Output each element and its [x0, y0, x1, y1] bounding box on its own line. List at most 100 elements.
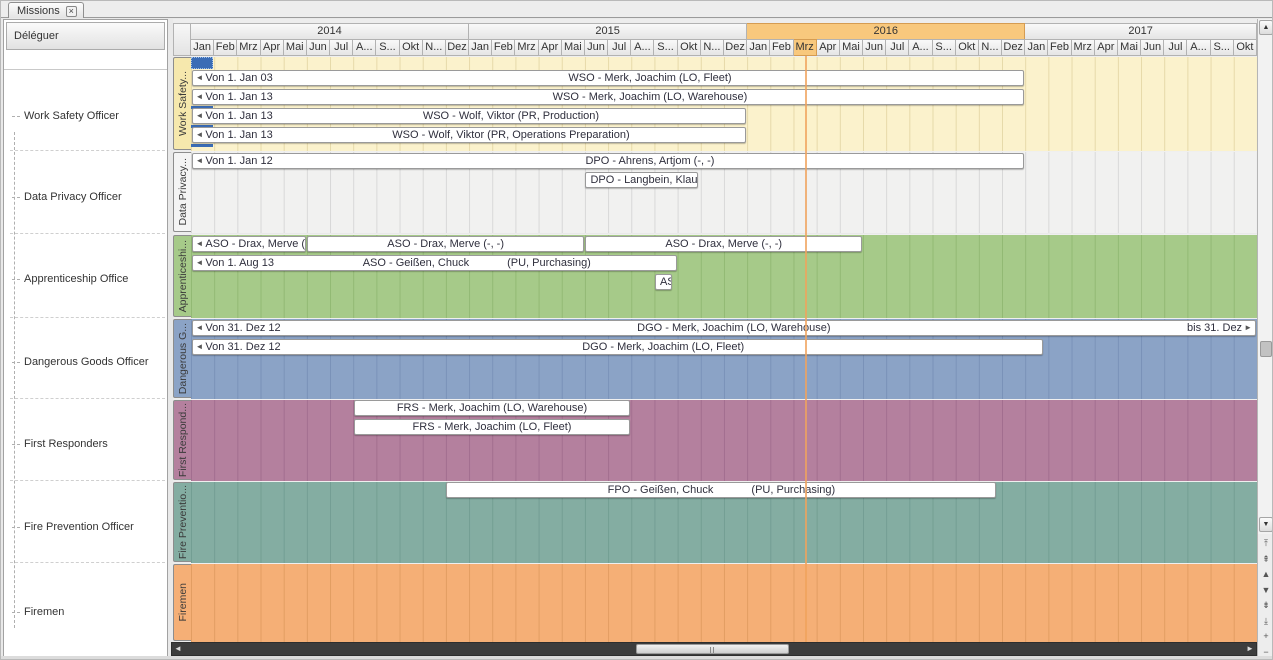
current-date-line	[805, 56, 807, 642]
scroll-up-icon[interactable]: ▲	[1259, 20, 1273, 35]
scroll-thumb-grip	[710, 647, 716, 653]
step-down-icon[interactable]: ▼	[1259, 583, 1273, 597]
sidebar-section-separator	[10, 562, 165, 563]
section-tab-label: Dangerous G...	[177, 323, 189, 394]
mission-bar[interactable]: FRS - Merk, Joachim (LO, Fleet)	[354, 419, 631, 435]
bar-start-label: ASO - Drax, Merve (-,	[205, 237, 305, 251]
tree-branch-tick	[12, 197, 20, 198]
section-tab-2[interactable]: Apprenticeshi...	[173, 235, 191, 317]
section-tab-3[interactable]: Dangerous G...	[173, 319, 191, 398]
sidebar-section-separator	[10, 317, 165, 318]
bar-start-label: Von 1. Jan 13	[205, 128, 276, 142]
bar-title: FRS - Merk, Joachim (LO, Fleet)	[355, 420, 630, 434]
bar-title: ASO - Drax, Merve (-, -)	[308, 237, 583, 251]
bar-title: WSO - Wolf, Viktor (PR, Operations Prepa…	[277, 128, 745, 142]
bar-title-text: DPO - Ahrens, Artjom (-, -)	[585, 154, 714, 168]
sidebar-item-3[interactable]: Dangerous Goods Officer	[12, 356, 149, 368]
sidebar-item-label: Work Safety Officer	[24, 110, 119, 122]
sidebar-item-label: Data Privacy Officer	[24, 191, 122, 203]
mission-bar[interactable]: ◄Von 1. Aug 13ASO - Geißen, Chuck(PU, Pu…	[192, 255, 677, 271]
bar-title-text: DGO - Merk, Joachim (LO, Warehouse)	[637, 321, 830, 335]
gantt-chart: ◄Von 1. Jan 03WSO - Merk, Joachim (LO, F…	[191, 1, 1257, 642]
bar-end-label: bis 31. Dez	[1183, 321, 1242, 335]
bar-department-text: (PU, Purchasing)	[751, 483, 835, 497]
sidebar-item-4[interactable]: First Responders	[12, 438, 108, 450]
continues-left-icon: ◄	[193, 340, 206, 354]
continues-left-icon: ◄	[193, 321, 206, 335]
scroll-down-icon[interactable]: ▼	[1259, 517, 1273, 532]
page-up-icon[interactable]: ⇞	[1259, 552, 1273, 566]
page-down-icon[interactable]: ⇟	[1259, 598, 1273, 612]
sidebar-item-label: Firemen	[24, 606, 64, 618]
scroll-left-icon[interactable]: ◄	[172, 643, 184, 655]
section-tab-6[interactable]: Firemen	[173, 564, 191, 641]
start-marker	[191, 144, 213, 147]
section-tab-1[interactable]: Data Privacy...	[173, 152, 191, 232]
selected-cell[interactable]	[191, 57, 213, 69]
bar-start-label: Von 31. Dez 12	[205, 340, 284, 354]
section-tab-label: Firemen	[177, 583, 189, 622]
bar-title-text: ASO - Drax, Merve (-, -)	[665, 237, 782, 251]
bar-title-text: ASO - Geißen, Chuck	[363, 256, 469, 270]
section-tab-5[interactable]: Fire Preventio...	[173, 482, 191, 562]
continues-left-icon: ◄	[193, 71, 206, 85]
sidebar-item-label: Dangerous Goods Officer	[24, 356, 149, 368]
bar-title-text: FRS - Merk, Joachim (LO, Fleet)	[413, 420, 572, 434]
vertical-scroll-thumb[interactable]	[1260, 341, 1272, 357]
continues-left-icon: ◄	[193, 154, 206, 168]
sidebar-item-0[interactable]: Work Safety Officer	[12, 110, 119, 122]
mission-bar[interactable]: FPO - Geißen, Chuck(PU, Purchasing)	[446, 482, 996, 498]
sidebar: Déléguer Work Safety OfficerData Privacy…	[3, 19, 168, 657]
bar-start-label: Von 1. Jan 13	[205, 90, 276, 104]
close-icon[interactable]: ×	[66, 6, 77, 17]
mission-bar[interactable]: ◄Von 1. Jan 13 WSO - Merk, Joachim (LO, W…	[192, 89, 1025, 105]
mission-bar[interactable]: ◄Von 1. Jan 12DPO - Ahrens, Artjom (-, -…	[192, 153, 1025, 169]
mission-bar[interactable]: ◄Von 1. Jan 03WSO - Merk, Joachim (LO, F…	[192, 70, 1025, 86]
section-band-4	[191, 399, 1257, 481]
sidebar-section-separator	[10, 398, 165, 399]
bar-start-label: ASO	[656, 275, 672, 289]
bar-title: DGO - Merk, Joachim (LO, Fleet)	[285, 340, 1042, 354]
sidebar-item-5[interactable]: Fire Prevention Officer	[12, 521, 134, 533]
tab-missions-label: Missions	[17, 5, 60, 17]
step-up-icon[interactable]: ▲	[1259, 567, 1273, 581]
tab-missions[interactable]: Missions ×	[8, 2, 84, 18]
bar-title: WSO - Merk, Joachim (LO, Fleet)	[277, 71, 1024, 85]
mission-bar[interactable]: DPO - Langbein, Klaus-Pe	[585, 172, 697, 188]
app-window: Missions × Déléguer Work Safety OfficerD…	[0, 0, 1273, 660]
tree-branch-tick	[12, 362, 20, 363]
mission-bar[interactable]: FRS - Merk, Joachim (LO, Warehouse)	[354, 400, 631, 416]
mission-bar[interactable]: ◄Von 31. Dez 12DGO - Merk, Joachim (LO, …	[192, 320, 1256, 336]
section-tab-label: Fire Preventio...	[177, 485, 189, 559]
bar-start-label: Von 1. Jan 03	[205, 71, 276, 85]
bar-title: ASO - Geißen, Chuck(PU, Purchasing)	[278, 256, 676, 270]
mission-bar[interactable]: ◄Von 1. Jan 13WSO - Wolf, Viktor (PR, Pr…	[192, 108, 747, 124]
section-tab-4[interactable]: First Respond...	[173, 400, 191, 480]
mission-bar[interactable]: ◄ASO - Drax, Merve (-,	[192, 236, 306, 252]
sidebar-item-label: First Responders	[24, 438, 108, 450]
continues-right-icon: ►	[1242, 321, 1255, 335]
mission-bar[interactable]: ◄Von 31. Dez 12DGO - Merk, Joachim (LO, …	[192, 339, 1043, 355]
zoom-in-icon[interactable]: +	[1259, 629, 1273, 643]
sidebar-item-2[interactable]: Apprenticeship Office	[12, 273, 128, 285]
horizontal-scrollbar[interactable]: ◄ ►	[171, 642, 1257, 656]
continues-left-icon: ◄	[193, 256, 206, 270]
sidebar-item-6[interactable]: Firemen	[12, 606, 64, 618]
mission-bar[interactable]: ASO	[655, 274, 672, 290]
bar-title-text: WSO - Wolf, Viktor (PR, Operations Prepa…	[392, 128, 629, 142]
continues-left-icon: ◄	[193, 90, 206, 104]
sidebar-section-separator	[10, 150, 165, 151]
sidebar-section-separator	[10, 480, 165, 481]
scroll-to-bottom-icon[interactable]: ⤓	[1259, 614, 1273, 628]
section-tab-0[interactable]: Work Safety...	[173, 57, 191, 150]
mission-bar[interactable]: ◄Von 1. Jan 13 WSO - Wolf, Viktor (PR, Op…	[192, 127, 747, 143]
horizontal-scroll-thumb[interactable]	[636, 644, 789, 654]
continues-left-icon: ◄	[193, 128, 206, 142]
sidebar-item-1[interactable]: Data Privacy Officer	[12, 191, 122, 203]
bar-title-text: WSO - Merk, Joachim (LO, Warehouse)	[553, 90, 748, 104]
scroll-to-top-icon[interactable]: ⤒	[1259, 536, 1273, 550]
mission-bar[interactable]: ASO - Drax, Merve (-, -)	[307, 236, 584, 252]
timeline-nav-toolbar: ⤒⇞▲▼⇟⤓+−	[1257, 534, 1273, 660]
scroll-right-icon[interactable]: ►	[1244, 643, 1256, 655]
mission-bar[interactable]: ASO - Drax, Merve (-, -)	[585, 236, 862, 252]
